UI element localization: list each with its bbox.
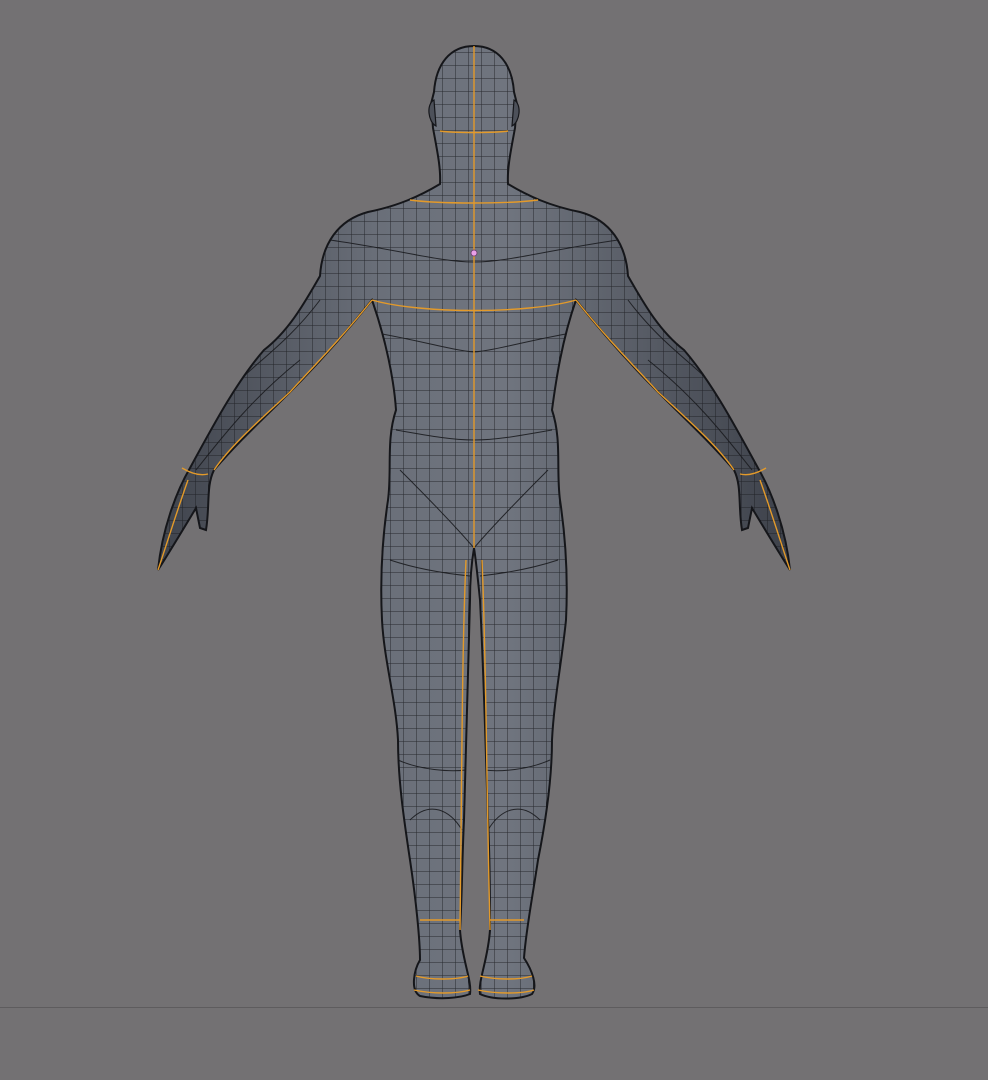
- object-origin-point[interactable]: [470, 249, 478, 257]
- uv-seam-lines: [157, 46, 791, 994]
- wireframe-edges: [158, 46, 790, 999]
- 3d-viewport[interactable]: [0, 0, 988, 1080]
- human-body-wireframe-mesh[interactable]: [0, 0, 988, 1080]
